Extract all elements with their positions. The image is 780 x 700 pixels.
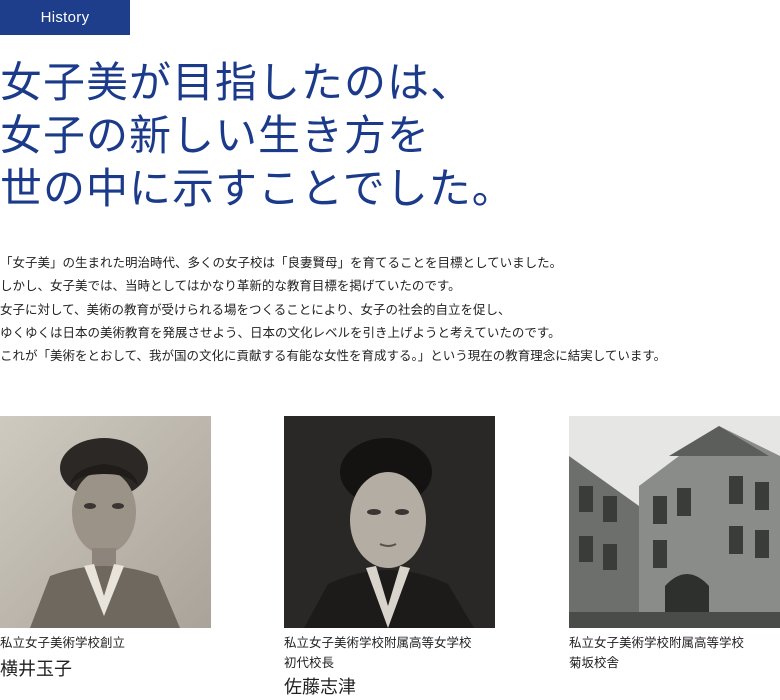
history-body: 「女子美」の生まれた明治時代、多くの女子校は「良妻賢母」を育てることを目標として… (0, 251, 780, 367)
figure-caption: 私立女子美術学校附属高等学校 (569, 635, 745, 650)
figure-caption: 初代校長 (284, 655, 335, 670)
body-paragraph: 「女子美」の生まれた明治時代、多くの女子校は「良妻賢母」を育てることを目標として… (0, 255, 563, 270)
body-paragraph: しかし、女子美では、当時としてはかなり革新的な教育目標を掲げていたのです。 (0, 278, 461, 294)
headline-line: 世の中に示すことでした。 (0, 164, 515, 213)
figure-name: 横井玉子 (0, 659, 72, 680)
figure-caption: 私立女子美術学校附属高等女学校 (284, 635, 472, 650)
figure-caption: 菊坂校舎 (569, 655, 620, 670)
page-headline: 女子美が目指したのは、 女子の新しい生き方を 世の中に示すことでした。 (0, 56, 515, 215)
headline-line: 女子の新しい生き方を (0, 111, 431, 160)
principal-portrait-photo (284, 416, 495, 628)
figure-name: 佐藤志津 (284, 677, 356, 698)
founder-portrait-photo (0, 416, 211, 628)
figure-caption: 私立女子美術学校創立 (0, 635, 126, 650)
section-badge: History (0, 0, 130, 35)
body-paragraph: ゆくゆくは日本の美術教育を発展させよう、日本の文化レベルを引き上げようと考えてい… (0, 324, 561, 340)
headline-line: 女子美が目指したのは、 (0, 58, 474, 107)
school-building-photo (569, 416, 780, 628)
body-paragraph: これが「美術をとおして、我が国の文化に貢献する有能な女性を育成する。」という現在… (0, 348, 667, 364)
body-paragraph: 女子に対して、美術の教育が受けられる場をつくることにより、女子の社会的自立を促し… (0, 301, 511, 317)
